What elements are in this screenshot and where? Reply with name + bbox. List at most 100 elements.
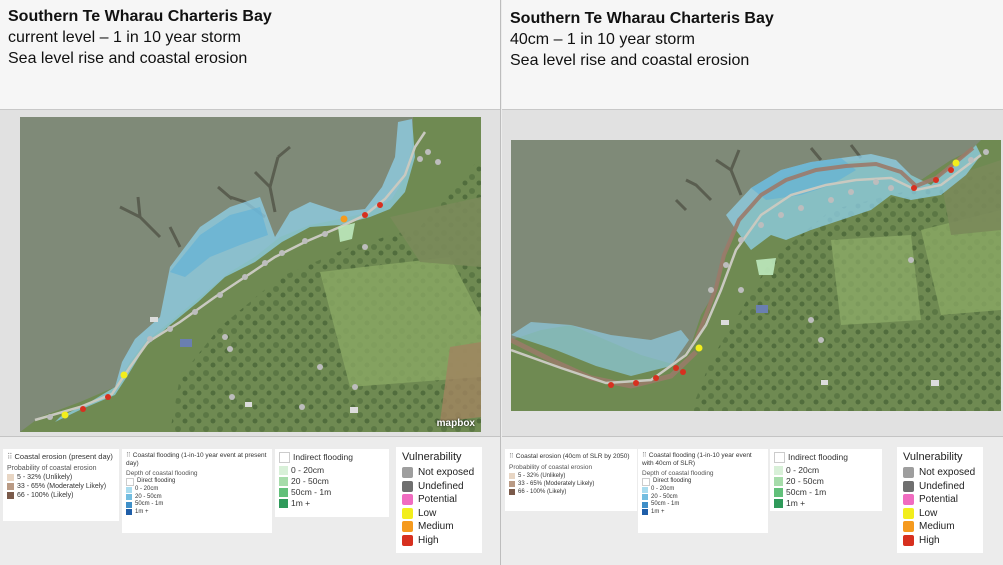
- indirect-flooding-legend: Indirect flooding 0 - 20cm 20 - 50cm 50c…: [770, 449, 882, 511]
- erosion-probability-label: Probability of coastal erosion: [509, 464, 593, 471]
- legend-item: Not exposed: [903, 466, 977, 480]
- indirect-flooding-swatch: [774, 452, 785, 463]
- legend-item: 1m +: [126, 509, 268, 517]
- not-exposed-swatch: [402, 467, 413, 479]
- legend-item: 66 - 100% (Likely): [7, 491, 115, 500]
- erosion-moderate-swatch: [7, 483, 14, 490]
- legend-item: Low: [402, 507, 476, 521]
- erosion-legend: ⠿ Coastal erosion (present day) Probabili…: [3, 449, 119, 521]
- legend-item: 1m +: [642, 509, 764, 517]
- flooding-legend: ⠿ Coastal flooding (1-in-10 year event at…: [122, 449, 272, 533]
- not-exposed-swatch: [903, 467, 914, 479]
- flooding-legend: ⠿ Coastal flooding (1-in-10 year event wi…: [638, 449, 768, 533]
- flood-0-20-swatch: [126, 486, 132, 493]
- legend-item: Not exposed: [402, 466, 476, 480]
- erosion-legend-title: Coastal erosion (40cm of SLR by 2050): [515, 453, 630, 460]
- flood-1m-plus-swatch: [642, 509, 648, 516]
- panel-scenario: 40cm – 1 in 10 year storm: [510, 31, 695, 48]
- flooding-legend-title: Coastal flooding (1-in-10 year event wit…: [642, 452, 752, 467]
- legend-area: ⠿ Coastal erosion (present day) Probabili…: [0, 436, 500, 565]
- legend-item: 33 - 65% (Moderately Likely): [509, 480, 633, 488]
- legend-item: 20 - 50cm: [126, 494, 268, 502]
- building: [350, 407, 358, 413]
- legend-item: 0 - 20cm: [126, 486, 268, 494]
- map-area: mapbox: [0, 110, 500, 436]
- legend-item: 1m +: [774, 498, 878, 509]
- legend-item: 5 - 32% (Unlikely): [7, 473, 115, 482]
- legend-item: Potential: [903, 493, 977, 507]
- indirect-1m-plus-swatch: [774, 499, 783, 508]
- indirect-flooding-title: Indirect flooding: [293, 452, 354, 462]
- legend-item: 5 - 32% (Unlikely): [509, 472, 633, 480]
- direct-flooding-swatch: [126, 478, 134, 486]
- legend-item: 0 - 20cm: [642, 486, 764, 494]
- flooding-depth-label: Depth of coastal flooding: [642, 470, 714, 477]
- flood-20-50-swatch: [642, 494, 648, 501]
- low-swatch: [402, 507, 413, 519]
- indirect-20-50-swatch: [279, 477, 288, 486]
- indirect-1m-plus-swatch: [279, 499, 288, 508]
- drag-handle-icon[interactable]: ⠿: [7, 452, 13, 461]
- mapbox-logo[interactable]: mapbox: [437, 418, 475, 429]
- map-view[interactable]: [511, 140, 1001, 411]
- panel-scenario: current level – 1 in 10 year storm: [8, 29, 241, 46]
- vulnerability-title: Vulnerability: [903, 451, 963, 463]
- drag-handle-icon[interactable]: ⠿: [509, 453, 514, 460]
- paddock: [831, 235, 921, 325]
- medium-swatch: [402, 521, 413, 533]
- building: [180, 339, 192, 347]
- panel-title: Southern Te Wharau Charteris Bay: [510, 10, 774, 27]
- flood-0-20-swatch: [642, 486, 648, 493]
- erosion-unlikely-swatch: [509, 473, 515, 479]
- panel-header: Southern Te Wharau Charteris Bay 40cm – …: [502, 0, 1003, 110]
- drag-handle-icon[interactable]: ⠿: [126, 452, 131, 459]
- panel-header: Southern Te Wharau Charteris Bay current…: [0, 0, 500, 110]
- erosion-unlikely-swatch: [7, 474, 14, 481]
- map-view[interactable]: mapbox: [20, 117, 481, 432]
- building: [150, 317, 158, 322]
- flood-50-1m-swatch: [126, 501, 132, 508]
- legend-item: 20 - 50cm: [642, 494, 764, 502]
- indirect-50-1m-swatch: [279, 488, 288, 497]
- legend-item: 0 - 20cm: [774, 465, 878, 476]
- legend-item: 50cm - 1m: [642, 501, 764, 509]
- building: [721, 320, 729, 325]
- building: [821, 380, 828, 385]
- panel-present: Southern Te Wharau Charteris Bay current…: [0, 0, 501, 565]
- undefined-swatch: [903, 480, 914, 492]
- legend-item: 33 - 65% (Moderately Likely): [7, 482, 115, 491]
- legend-item: Medium: [903, 520, 977, 534]
- legend-item: High: [402, 534, 476, 548]
- panel-caption: Sea level rise and coastal erosion: [8, 50, 248, 67]
- flooding-legend-title: Coastal flooding (1-in-10 year event at …: [126, 452, 267, 467]
- legend-item: 0 - 20cm: [279, 465, 385, 476]
- vulnerability-legend: Vulnerability Not exposed Undefined Pote…: [897, 447, 983, 553]
- indirect-50-1m-swatch: [774, 488, 783, 497]
- potential-swatch: [402, 494, 413, 506]
- flood-50-1m-swatch: [642, 501, 648, 508]
- high-swatch: [402, 534, 413, 546]
- legend-item: Undefined: [903, 480, 977, 494]
- erosion-legend-title: Coastal erosion (present day): [14, 452, 113, 461]
- indirect-flooding-swatch: [279, 452, 290, 463]
- legend-item: Direct flooding: [126, 478, 268, 486]
- drag-handle-icon[interactable]: ⠿: [642, 452, 647, 459]
- flood-20-50-swatch: [126, 494, 132, 501]
- building: [245, 402, 252, 407]
- potential-swatch: [903, 494, 914, 506]
- legend-item: Potential: [402, 493, 476, 507]
- indirect-flooding-title: Indirect flooding: [788, 452, 849, 462]
- legend-item: 1m +: [279, 498, 385, 509]
- indirect-0-20-swatch: [279, 466, 288, 475]
- erosion-likely-swatch: [7, 492, 14, 499]
- legend-item: High: [903, 534, 977, 548]
- erosion-likely-swatch: [509, 489, 515, 495]
- legend-item: 50cm - 1m: [279, 487, 385, 498]
- flooding-depth-label: Depth of coastal flooding: [126, 470, 198, 477]
- legend-item: Medium: [402, 520, 476, 534]
- legend-item: Direct flooding: [642, 478, 764, 486]
- erosion-probability-label: Probability of coastal erosion: [7, 465, 97, 472]
- vulnerability-legend: Vulnerability Not exposed Undefined Pote…: [396, 447, 482, 553]
- indirect-flood-zone: [756, 258, 776, 275]
- panel-title: Southern Te Wharau Charteris Bay: [8, 8, 272, 25]
